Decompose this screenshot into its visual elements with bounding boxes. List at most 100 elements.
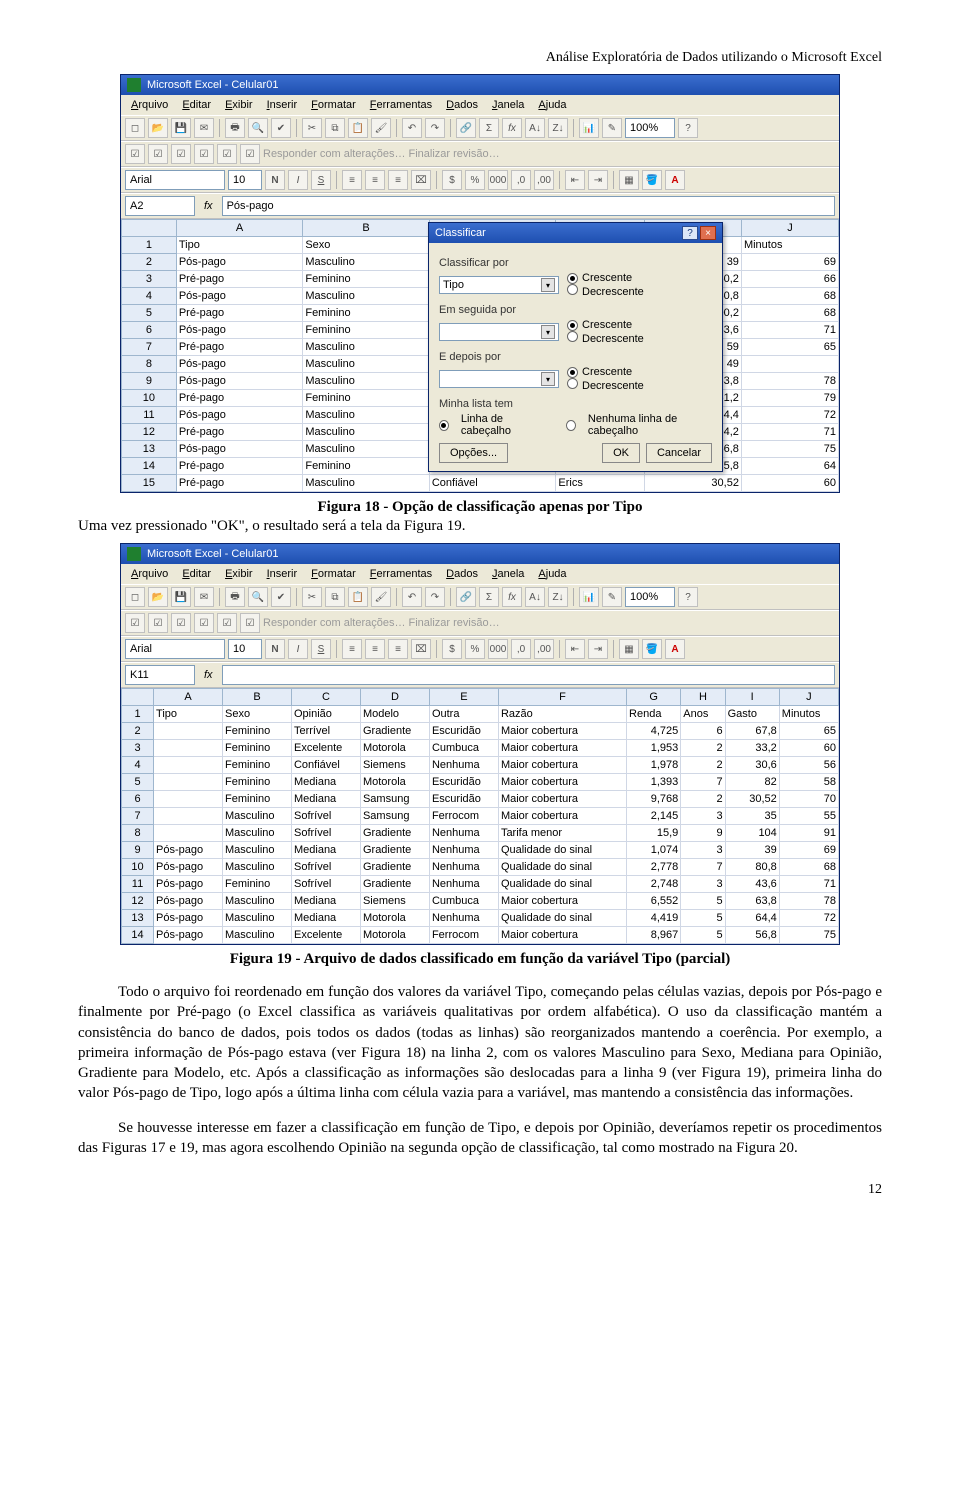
menu-dados[interactable]: Dados [440,97,484,113]
cell[interactable]: Pós-pago [154,876,223,893]
cell[interactable]: Minutos [779,706,838,723]
row-header[interactable]: 13 [122,910,154,927]
copy-icon[interactable]: ⧉ [325,587,345,607]
row-header[interactable]: 10 [122,390,177,407]
cell[interactable]: Pré-pago [176,424,303,441]
italic-icon[interactable]: I [288,170,308,190]
cell[interactable]: 43,6 [725,876,779,893]
cell[interactable]: Confiável [429,475,556,492]
cell[interactable]: Feminino [303,390,430,407]
cell[interactable]: Siemens [360,757,429,774]
cell[interactable]: 2,748 [627,876,681,893]
row-header[interactable]: 2 [122,723,154,740]
print-icon[interactable]: 🖶 [225,118,245,138]
review-icon[interactable]: ☑ [171,144,191,164]
font-color-icon[interactable]: A [665,639,685,659]
cell[interactable]: Pós-pago [176,373,303,390]
options-button[interactable]: Opções... [439,443,508,463]
review-icon[interactable]: ☑ [171,613,191,633]
cell[interactable]: 66 [741,271,838,288]
help-icon[interactable]: ? [678,118,698,138]
menu-exibir[interactable]: Exibir [219,97,259,113]
menu-formatar[interactable]: Formatar [305,97,362,113]
cell[interactable]: Sofrível [291,825,360,842]
cell[interactable]: 30,52 [644,475,741,492]
cell[interactable]: Maior cobertura [498,774,626,791]
indent-right-icon[interactable]: ⇥ [588,639,608,659]
row-header[interactable]: 8 [122,356,177,373]
cell[interactable]: 78 [779,893,838,910]
cell[interactable]: Feminino [223,757,292,774]
size-select[interactable]: 10 [228,639,262,659]
radio-crescente-3[interactable] [567,367,578,378]
col-header[interactable] [122,689,154,706]
dec-dec-icon[interactable]: ,00 [534,639,554,659]
cell[interactable]: Feminino [223,876,292,893]
cell[interactable]: 82 [725,774,779,791]
row-header[interactable]: 11 [122,407,177,424]
cell[interactable]: Mediana [291,842,360,859]
cell[interactable]: 6,552 [627,893,681,910]
sort-desc-icon[interactable]: Z↓ [548,587,568,607]
cell[interactable]: 64 [741,458,838,475]
cell[interactable]: Nenhuma [429,859,498,876]
cell[interactable]: Maior cobertura [498,893,626,910]
merge-icon[interactable]: ⌧ [411,639,431,659]
cell[interactable]: Pré-pago [176,458,303,475]
cut-icon[interactable]: ✂ [302,587,322,607]
row-header[interactable]: 6 [122,791,154,808]
radio-decrescente-1[interactable] [567,284,578,295]
col-header[interactable]: D [360,689,429,706]
dialog-close-icon[interactable]: × [700,226,716,240]
fx-icon[interactable]: fx [502,587,522,607]
cell[interactable]: 7 [681,774,725,791]
cell[interactable]: 68 [779,859,838,876]
cell[interactable]: Masculino [303,441,430,458]
row-header[interactable]: 10 [122,859,154,876]
cell[interactable]: Masculino [223,842,292,859]
format-painter-icon[interactable]: 🖌 [371,118,391,138]
row-header[interactable]: 7 [122,339,177,356]
cell[interactable]: 9 [681,825,725,842]
cell[interactable]: Maior cobertura [498,791,626,808]
cell[interactable]: Escuridão [429,723,498,740]
bold-icon[interactable]: N [265,170,285,190]
cell[interactable]: 65 [741,339,838,356]
cell[interactable] [741,356,838,373]
cell[interactable]: Pós-pago [154,842,223,859]
help-icon[interactable]: ? [678,587,698,607]
cell[interactable]: Masculino [303,407,430,424]
cell[interactable]: 9,768 [627,791,681,808]
row-header[interactable]: 7 [122,808,154,825]
row-header[interactable]: 3 [122,740,154,757]
cell[interactable]: 68 [741,288,838,305]
radio-header-no[interactable] [566,420,576,431]
menu-arquivo[interactable]: Arquivo [125,97,174,113]
cell[interactable]: 69 [741,254,838,271]
cell[interactable]: Feminino [223,791,292,808]
undo-icon[interactable]: ↶ [402,587,422,607]
cell[interactable]: Cumbuca [429,740,498,757]
cell[interactable]: Samsung [360,808,429,825]
redo-icon[interactable]: ↷ [425,118,445,138]
dec-dec-icon[interactable]: ,00 [534,170,554,190]
align-center-icon[interactable]: ≡ [365,639,385,659]
cell[interactable]: Maior cobertura [498,723,626,740]
sort-desc-icon[interactable]: Z↓ [548,118,568,138]
open-icon[interactable]: 📂 [148,587,168,607]
inc-dec-icon[interactable]: ,0 [511,170,531,190]
cell[interactable]: Pós-pago [176,356,303,373]
spreadsheet-grid[interactable]: ABCDEFGHIJ1TipoSexoOpiniãoModeloOutraRaz… [121,688,839,944]
col-header[interactable]: E [429,689,498,706]
zoom-box[interactable]: 100% [625,587,675,607]
row-header[interactable]: 2 [122,254,177,271]
cell[interactable]: Pós-pago [176,441,303,458]
currency-icon[interactable]: $ [442,639,462,659]
cell[interactable]: Sexo [223,706,292,723]
link-icon[interactable]: 🔗 [456,118,476,138]
cell[interactable] [154,791,223,808]
dropdown-icon[interactable]: ▾ [541,372,555,386]
underline-icon[interactable]: S [311,639,331,659]
cell[interactable]: 71 [741,424,838,441]
row-header[interactable]: 11 [122,876,154,893]
